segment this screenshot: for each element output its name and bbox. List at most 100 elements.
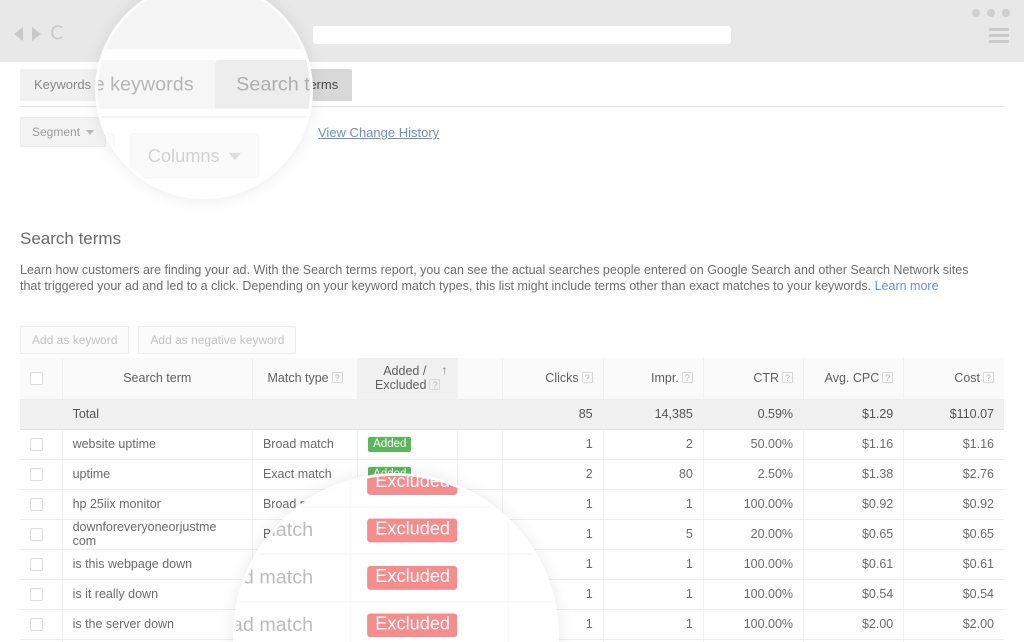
bulk-action-buttons: Add as keyword Add as negative keyword (20, 326, 296, 354)
col-search-term-label: Search term (123, 371, 191, 385)
col-impr-label: Impr. (651, 371, 679, 385)
cell-ctr: 100.00% (703, 549, 803, 579)
cell-ctr: 20.00% (703, 519, 803, 549)
window-controls-icon[interactable] (972, 9, 1010, 17)
cell-cost: $0.65 (904, 519, 1004, 549)
select-all-header[interactable] (20, 358, 62, 399)
row-checkbox-cell[interactable] (20, 519, 62, 549)
magnified-content-bottom: C Keywords Negative keywords Search term… (236, 476, 556, 642)
cell-impr: 1 (603, 489, 703, 519)
col-avg-cpc[interactable]: Avg. CPC? (804, 358, 904, 399)
help-icon[interactable]: ? (582, 372, 593, 383)
view-change-history-link[interactable]: View Change History (318, 125, 439, 140)
forward-arrow-icon[interactable] (32, 27, 41, 41)
row-checkbox-cell[interactable] (20, 489, 62, 519)
row-checkbox[interactable] (30, 558, 43, 571)
cell-cost: $2.76 (904, 459, 1004, 489)
cell-status: Added (358, 429, 458, 459)
learn-more-link[interactable]: Learn more (875, 279, 939, 293)
add-as-keyword-button[interactable]: Add as keyword (20, 326, 129, 354)
browser-nav-icons: C (14, 24, 63, 43)
row-checkbox-cell[interactable] (20, 459, 62, 489)
row-checkbox-cell[interactable] (20, 549, 62, 579)
row-checkbox-cell[interactable] (20, 579, 62, 609)
tab-keywords[interactable]: Keywords (20, 69, 105, 101)
sort-asc-icon[interactable]: ↑ (441, 364, 447, 376)
table-total-row: Total 85 14,385 0.59% $1.29 $110.07 (20, 399, 1004, 429)
cell-avg-cpc: $1.16 (804, 429, 904, 459)
help-icon[interactable]: ? (682, 372, 693, 383)
cell-cost: $1.16 (904, 429, 1004, 459)
col-cost[interactable]: Cost? (904, 358, 1004, 399)
help-icon[interactable]: ? (429, 379, 440, 390)
total-label: Total (62, 399, 252, 429)
cell-impr: 1 (603, 609, 703, 639)
row-checkbox[interactable] (30, 588, 43, 601)
page-title: Search terms (20, 229, 121, 249)
col-clicks-label: Clicks (545, 371, 578, 385)
page-description-text: Learn how customers are finding your ad.… (20, 263, 968, 293)
row-checkbox[interactable] (30, 618, 43, 631)
col-match-type-label: Match type (267, 371, 328, 385)
table-row[interactable]: website uptime Broad match Added 1 2 50.… (20, 429, 1004, 459)
cell-search-term: hp 25iix monitor (62, 489, 252, 519)
cell-clicks: 1 (503, 429, 603, 459)
cell-avg-cpc: $0.65 (804, 519, 904, 549)
reload-icon[interactable]: C (50, 24, 63, 43)
col-avg-cpc-label: Avg. CPC (825, 371, 880, 385)
row-checkbox[interactable] (30, 438, 43, 451)
back-arrow-icon[interactable] (14, 27, 23, 41)
col-match-type[interactable]: Match type? (252, 358, 357, 399)
col-clicks[interactable]: Clicks? (503, 358, 603, 399)
segment-button[interactable]: Segment (20, 117, 106, 147)
total-ctr: 0.59% (703, 399, 803, 429)
row-checkbox[interactable] (30, 468, 43, 481)
hamburger-menu-icon[interactable] (989, 28, 1009, 43)
col-search-term[interactable]: Search term (62, 358, 252, 399)
help-icon[interactable]: ? (782, 372, 793, 383)
add-as-negative-keyword-button[interactable]: Add as negative keyword (138, 326, 296, 354)
cell-avg-cpc: $2.00 (804, 609, 904, 639)
total-cost: $110.07 (904, 399, 1004, 429)
row-checkbox[interactable] (30, 498, 43, 511)
help-icon[interactable]: ? (983, 372, 994, 383)
cell-search-term: website uptime (62, 429, 252, 459)
cell-impr: 5 (603, 519, 703, 549)
cell-avg-cpc: $0.54 (804, 579, 904, 609)
magnifier-lens-top: C Keywords Negative keywords Search term… (98, 0, 310, 196)
cell-cost: $0.54 (904, 579, 1004, 609)
url-bar[interactable] (313, 26, 731, 44)
cell-ctr: 100.00% (703, 579, 803, 609)
cell-search-term: is the server down (62, 609, 252, 639)
cell-cost: $0.61 (904, 549, 1004, 579)
row-checkbox[interactable] (30, 528, 43, 541)
col-impr[interactable]: Impr.? (603, 358, 703, 399)
cell-ctr: 100.00% (703, 609, 803, 639)
cell-impr: 1 (603, 579, 703, 609)
segment-button-label: Segment (32, 125, 80, 139)
col-added-excluded-label-line2: Excluded (375, 378, 426, 392)
cell-cost: $0.92 (904, 489, 1004, 519)
help-icon[interactable]: ? (882, 372, 893, 383)
total-match-cell (252, 399, 357, 429)
cell-search-term: is this webpage down (62, 549, 252, 579)
cell-cost: $2.00 (904, 609, 1004, 639)
select-all-checkbox[interactable] (30, 372, 43, 385)
cell-search-term: is it really down (62, 579, 252, 609)
cell-avg-cpc: $0.92 (804, 489, 904, 519)
table-header-row: Search term Match type? ↑ Added / Exclud… (20, 358, 1004, 399)
col-ctr[interactable]: CTR? (703, 358, 803, 399)
col-cost-label: Cost (954, 371, 980, 385)
total-spacer-cell (458, 399, 503, 429)
col-added-excluded[interactable]: ↑ Added / Excluded? (358, 358, 458, 399)
help-icon[interactable]: ? (332, 372, 343, 383)
row-checkbox-cell[interactable] (20, 429, 62, 459)
row-checkbox-cell[interactable] (20, 609, 62, 639)
page-description: Learn how customers are finding your ad.… (20, 263, 972, 294)
cell-ctr: 2.50% (703, 459, 803, 489)
cell-search-term: uptime (62, 459, 252, 489)
total-avg-cpc: $1.29 (804, 399, 904, 429)
status-badge: Added (368, 437, 411, 452)
browser-window: C Keywords Negative keywords Search term… (0, 0, 1024, 642)
cell-impr: 2 (603, 429, 703, 459)
